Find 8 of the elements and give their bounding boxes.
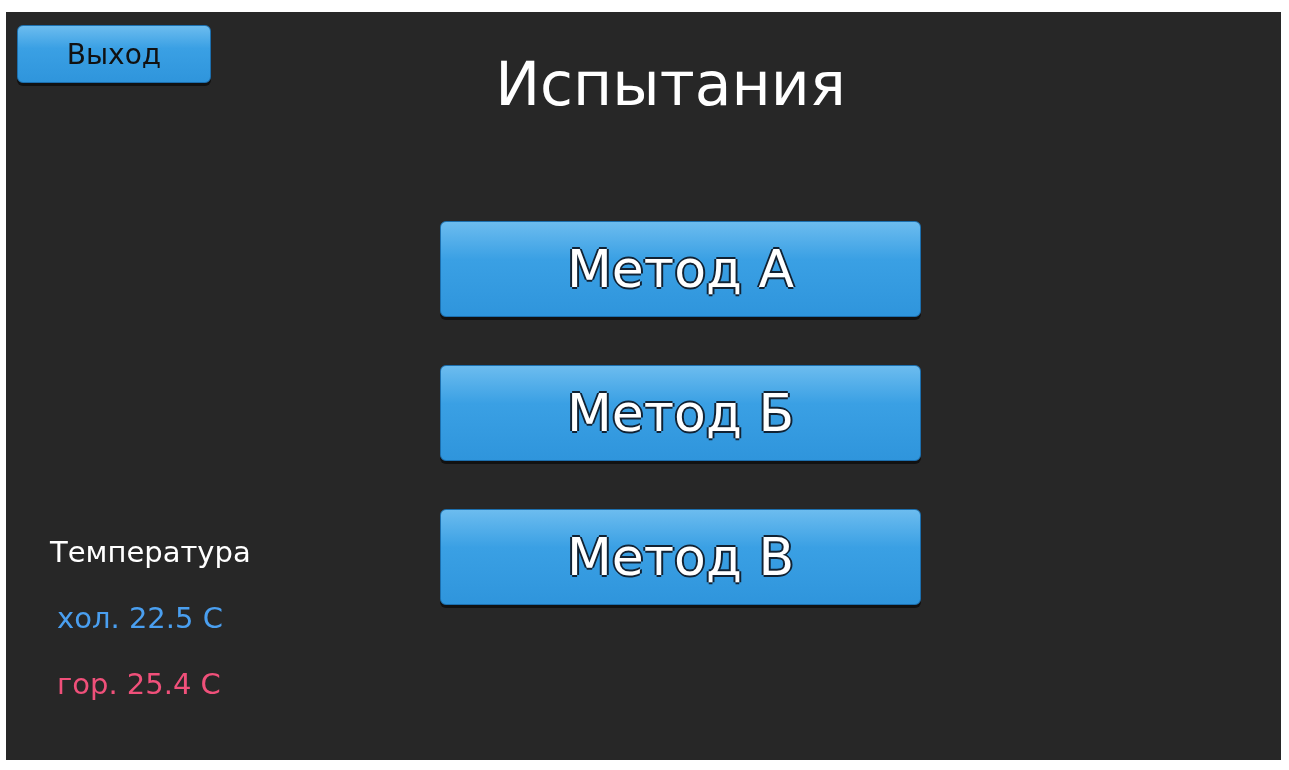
temperature-reading: гор. 25.4 C	[56, 666, 222, 702]
temperature-label: Температура	[50, 534, 252, 570]
screen-title: Испытания	[494, 48, 847, 121]
exit-button[interactable]: Выход	[17, 25, 211, 83]
method-button[interactable]: Метод В	[440, 509, 921, 605]
method-button[interactable]: Метод Б	[440, 365, 921, 461]
method-button[interactable]: Метод А	[440, 221, 921, 317]
temperature-reading: хол. 22.5 C	[56, 600, 224, 636]
